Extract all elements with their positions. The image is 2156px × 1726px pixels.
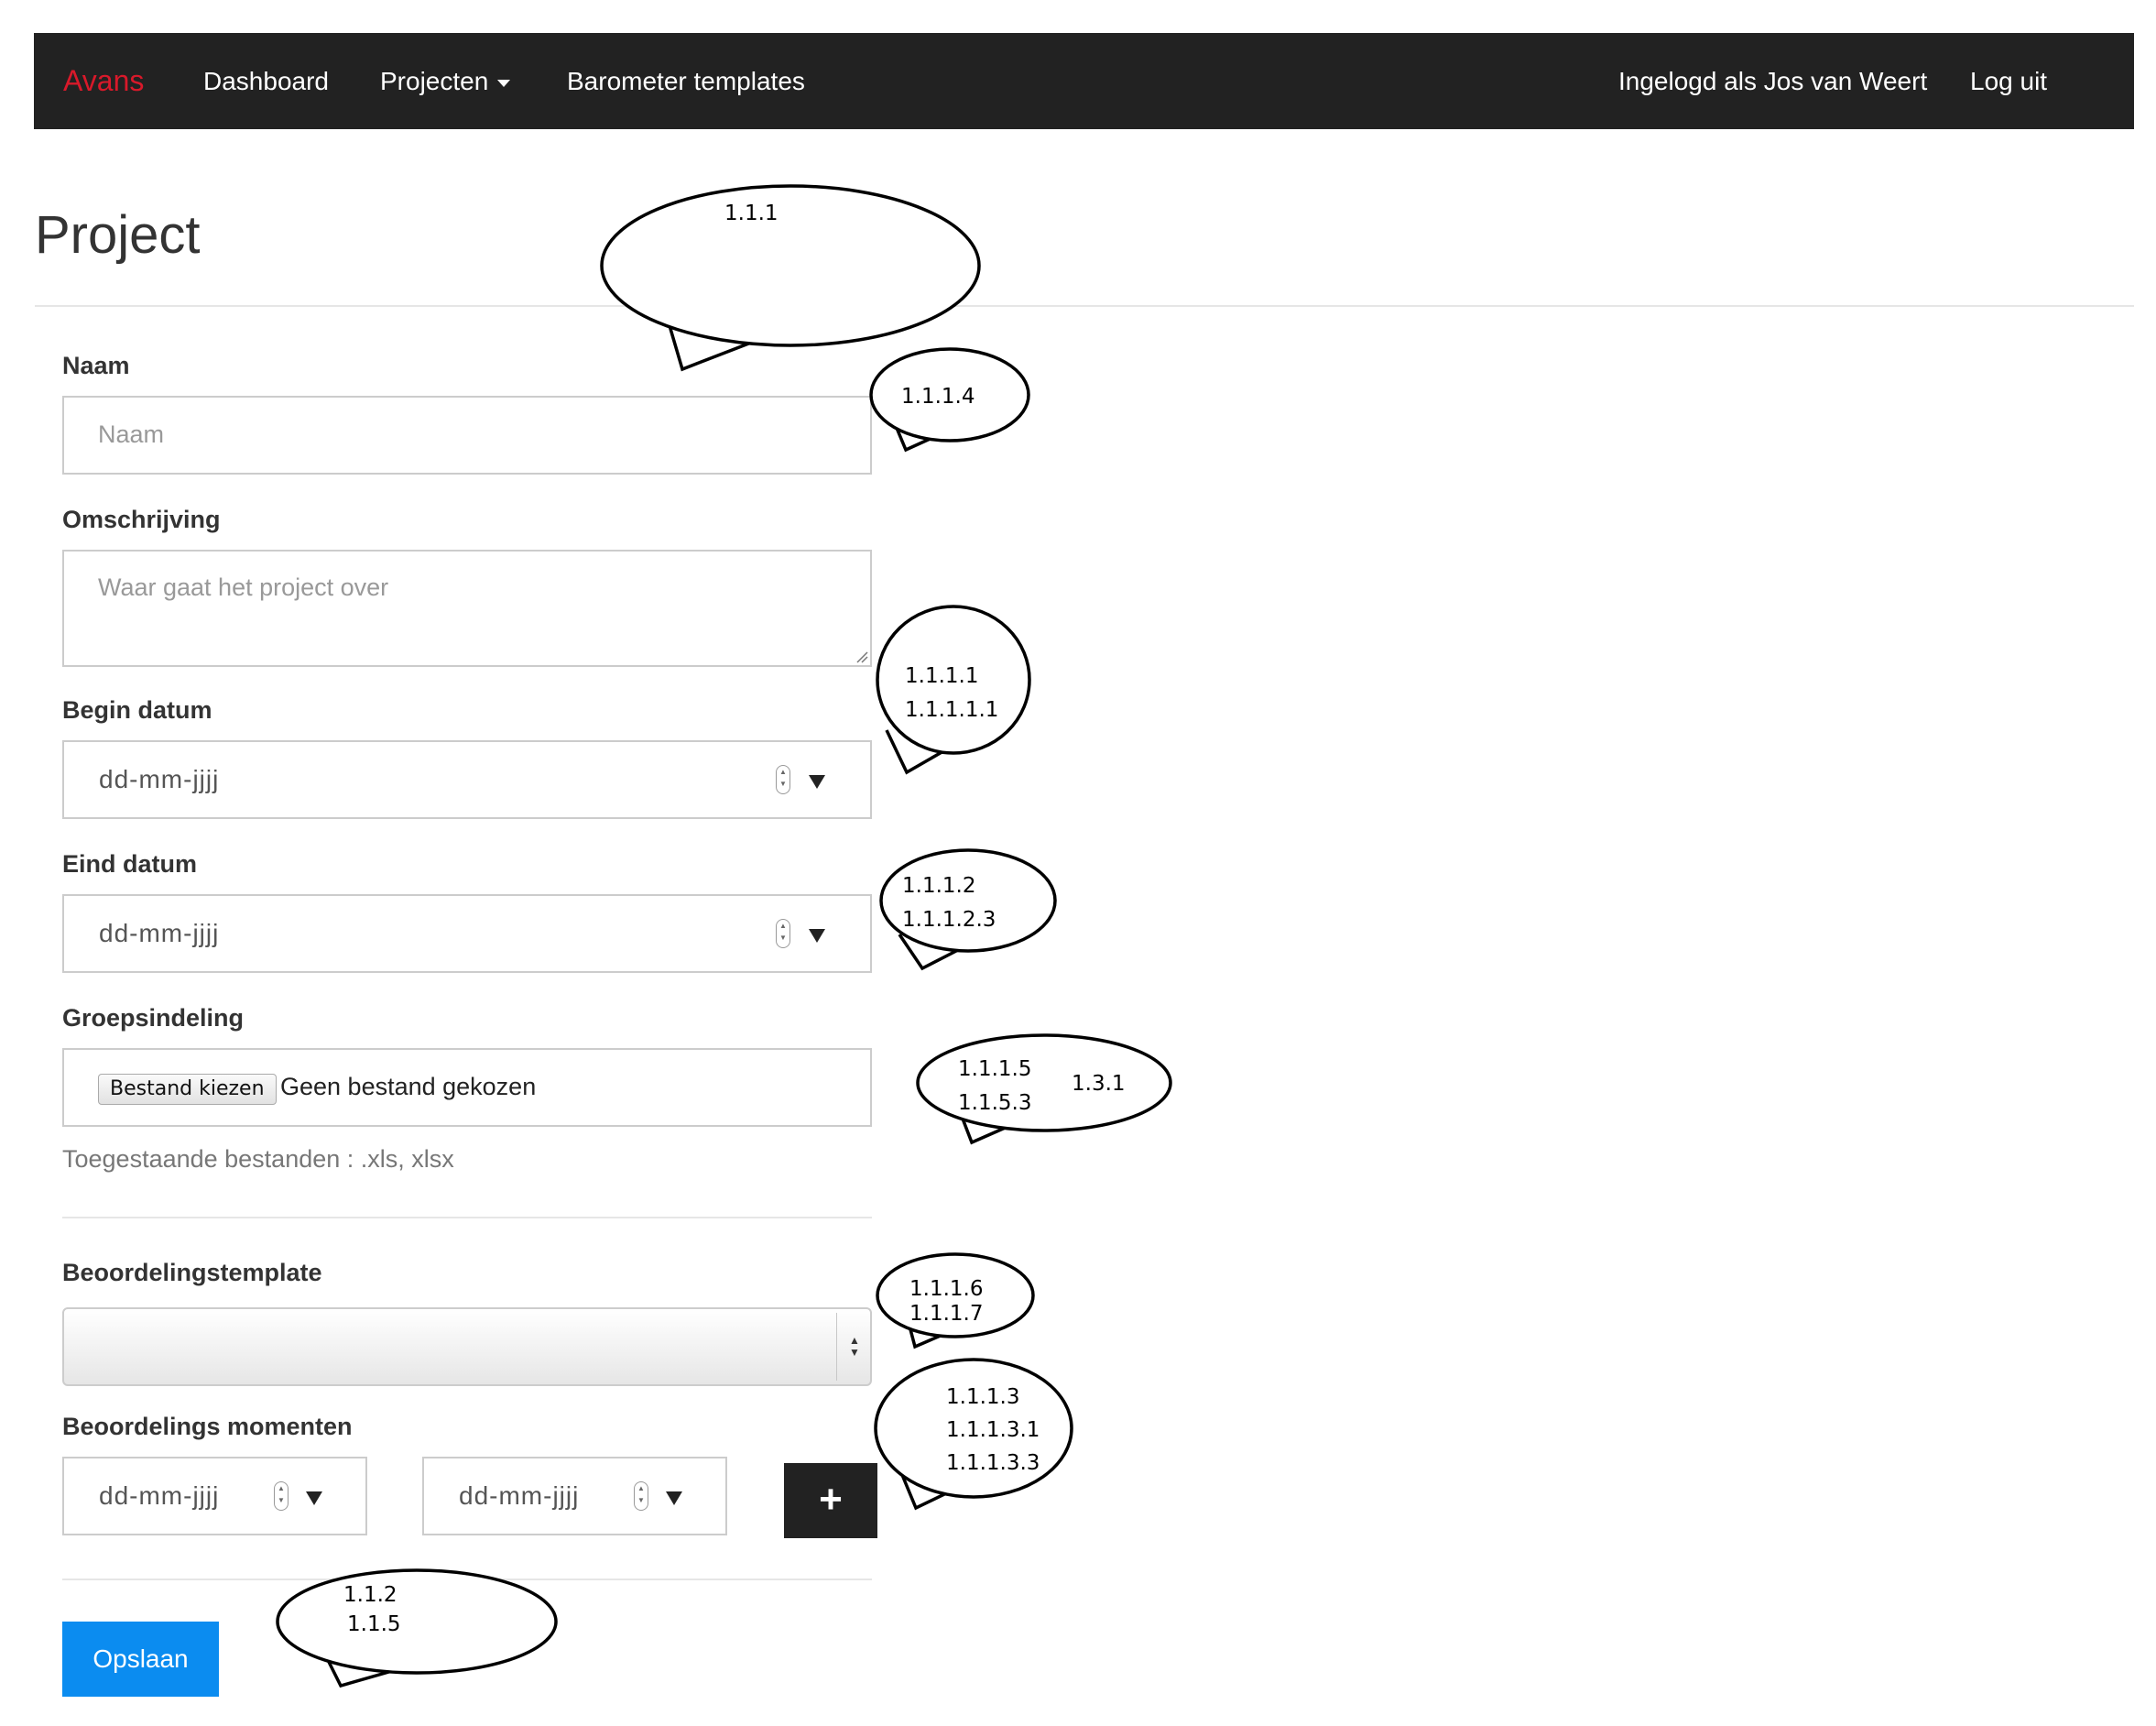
groepsindeling-label: Groepsindeling bbox=[62, 1004, 245, 1032]
page-title: Project bbox=[35, 205, 201, 265]
eind-datum-input[interactable]: dd-mm-jjjj ▲ ▼ bbox=[62, 894, 872, 973]
form-divider bbox=[62, 1217, 872, 1218]
speech-bubble bbox=[916, 1033, 1172, 1132]
eind-datum-label: Eind datum bbox=[62, 850, 197, 878]
callout-text: 1.1.1.1.1 bbox=[905, 698, 998, 722]
moment-date-value: dd-mm-jjjj bbox=[99, 1481, 220, 1510]
callout-text: 1.1.1.5 bbox=[958, 1057, 1031, 1081]
begin-datum-input[interactable]: dd-mm-jjjj ▲ ▼ bbox=[62, 740, 872, 819]
callout-text: 1.1.1.2.3 bbox=[902, 908, 996, 932]
nav-barometer-templates[interactable]: Barometer templates bbox=[567, 33, 805, 129]
speech-bubble bbox=[879, 848, 1057, 953]
top-navbar: Avans Dashboard Projecten Barometer temp… bbox=[34, 33, 2134, 129]
speech-bubble bbox=[876, 1252, 1035, 1338]
speech-bubble bbox=[956, 1106, 1010, 1145]
choose-file-button[interactable]: Bestand kiezen bbox=[98, 1074, 277, 1105]
brand-logo[interactable]: Avans bbox=[63, 33, 144, 129]
callout-text: 1.1.1.6 bbox=[909, 1277, 983, 1301]
speech-bubble bbox=[885, 729, 944, 775]
naam-placeholder: Naam bbox=[98, 421, 165, 448]
select-separator bbox=[836, 1313, 837, 1381]
spinner-icon[interactable]: ▲ ▼ bbox=[776, 919, 790, 948]
speech-bubble bbox=[326, 1659, 399, 1688]
dropdown-arrow-icon[interactable] bbox=[666, 1491, 682, 1505]
moment-date-value: dd-mm-jjjj bbox=[459, 1481, 580, 1510]
speech-bubble bbox=[667, 322, 752, 372]
allowed-files-help: Toegestaande bestanden : .xls, xlsx bbox=[62, 1145, 454, 1173]
callout-text: 1.1.5 bbox=[347, 1612, 401, 1636]
select-updown-icon: ▲ ▼ bbox=[849, 1334, 860, 1359]
beoordelingstemplate-select[interactable]: ▲ ▼ bbox=[62, 1307, 872, 1386]
title-divider bbox=[35, 305, 2134, 307]
dropdown-arrow-icon[interactable] bbox=[809, 775, 825, 789]
speech-bubble bbox=[892, 421, 937, 453]
speech-bubble bbox=[876, 605, 1031, 755]
caret-down-icon bbox=[497, 79, 511, 87]
logged-in-user: Ingelogd als Jos van Weert bbox=[1618, 67, 1928, 95]
naam-input[interactable]: Naam bbox=[62, 396, 872, 475]
speech-bubble bbox=[869, 347, 1030, 442]
callout-text: 1.1.5.3 bbox=[958, 1091, 1031, 1115]
file-status: Geen bestand gekozen bbox=[280, 1073, 537, 1100]
callout-text: 1.1.1.1 bbox=[905, 664, 978, 688]
nav-projecten-label: Projecten bbox=[380, 67, 489, 95]
callout-text: 1.1.1.7 bbox=[909, 1302, 983, 1326]
spinner-icon[interactable]: ▲ ▼ bbox=[274, 1481, 289, 1511]
omschrijving-placeholder: Waar gaat het project over bbox=[98, 574, 389, 601]
resize-handle-icon[interactable] bbox=[855, 650, 868, 663]
callout-text: 1.1.1.3.1 bbox=[946, 1418, 1040, 1442]
dropdown-arrow-icon[interactable] bbox=[306, 1491, 322, 1505]
speech-bubble bbox=[276, 1568, 558, 1675]
callout-text: 1.3.1 bbox=[1072, 1072, 1126, 1096]
speech-bubble bbox=[600, 184, 981, 347]
speech-bubble bbox=[898, 1469, 972, 1511]
logout-link[interactable]: Log uit bbox=[1970, 33, 2047, 129]
begin-datum-value: dd-mm-jjjj bbox=[99, 765, 220, 793]
nav-projecten-dropdown[interactable]: Projecten bbox=[380, 33, 511, 129]
nav-dashboard[interactable]: Dashboard bbox=[203, 33, 329, 129]
callout-text: 1.1.1.3 bbox=[946, 1385, 1019, 1409]
beoordelingsmomenten-label: Beoordelings momenten bbox=[62, 1413, 353, 1440]
speech-bubble bbox=[905, 1315, 950, 1349]
moment-date-input-2[interactable]: dd-mm-jjjj ▲ ▼ bbox=[422, 1457, 727, 1535]
beoordelingstemplate-label: Beoordelingstemplate bbox=[62, 1259, 322, 1286]
moment-date-input-1[interactable]: dd-mm-jjjj ▲ ▼ bbox=[62, 1457, 367, 1535]
spinner-icon[interactable]: ▲ ▼ bbox=[776, 765, 790, 794]
eind-datum-value: dd-mm-jjjj bbox=[99, 919, 220, 947]
callout-text: 1.1.1 bbox=[724, 202, 779, 225]
groepsindeling-file-input[interactable]: Bestand kiezen Geen bestand gekozen bbox=[62, 1048, 872, 1127]
callout-text: 1.1.1.2 bbox=[902, 874, 975, 898]
save-button[interactable]: Opslaan bbox=[62, 1622, 219, 1697]
callout-text: 1.1.2 bbox=[343, 1583, 397, 1607]
speech-bubble bbox=[898, 934, 959, 971]
spinner-icon[interactable]: ▲ ▼ bbox=[634, 1481, 648, 1511]
omschrijving-label: Omschrijving bbox=[62, 506, 221, 533]
callout-text: 1.1.1.4 bbox=[901, 385, 975, 409]
naam-label: Naam bbox=[62, 352, 130, 379]
begin-datum-label: Begin datum bbox=[62, 696, 212, 724]
omschrijving-textarea[interactable]: Waar gaat het project over bbox=[62, 550, 872, 667]
speech-bubble bbox=[874, 1358, 1073, 1499]
add-moment-button[interactable]: + bbox=[784, 1463, 877, 1538]
callout-text: 1.1.1.3.3 bbox=[946, 1451, 1040, 1475]
dropdown-arrow-icon[interactable] bbox=[809, 929, 825, 943]
form-divider bbox=[62, 1579, 872, 1580]
